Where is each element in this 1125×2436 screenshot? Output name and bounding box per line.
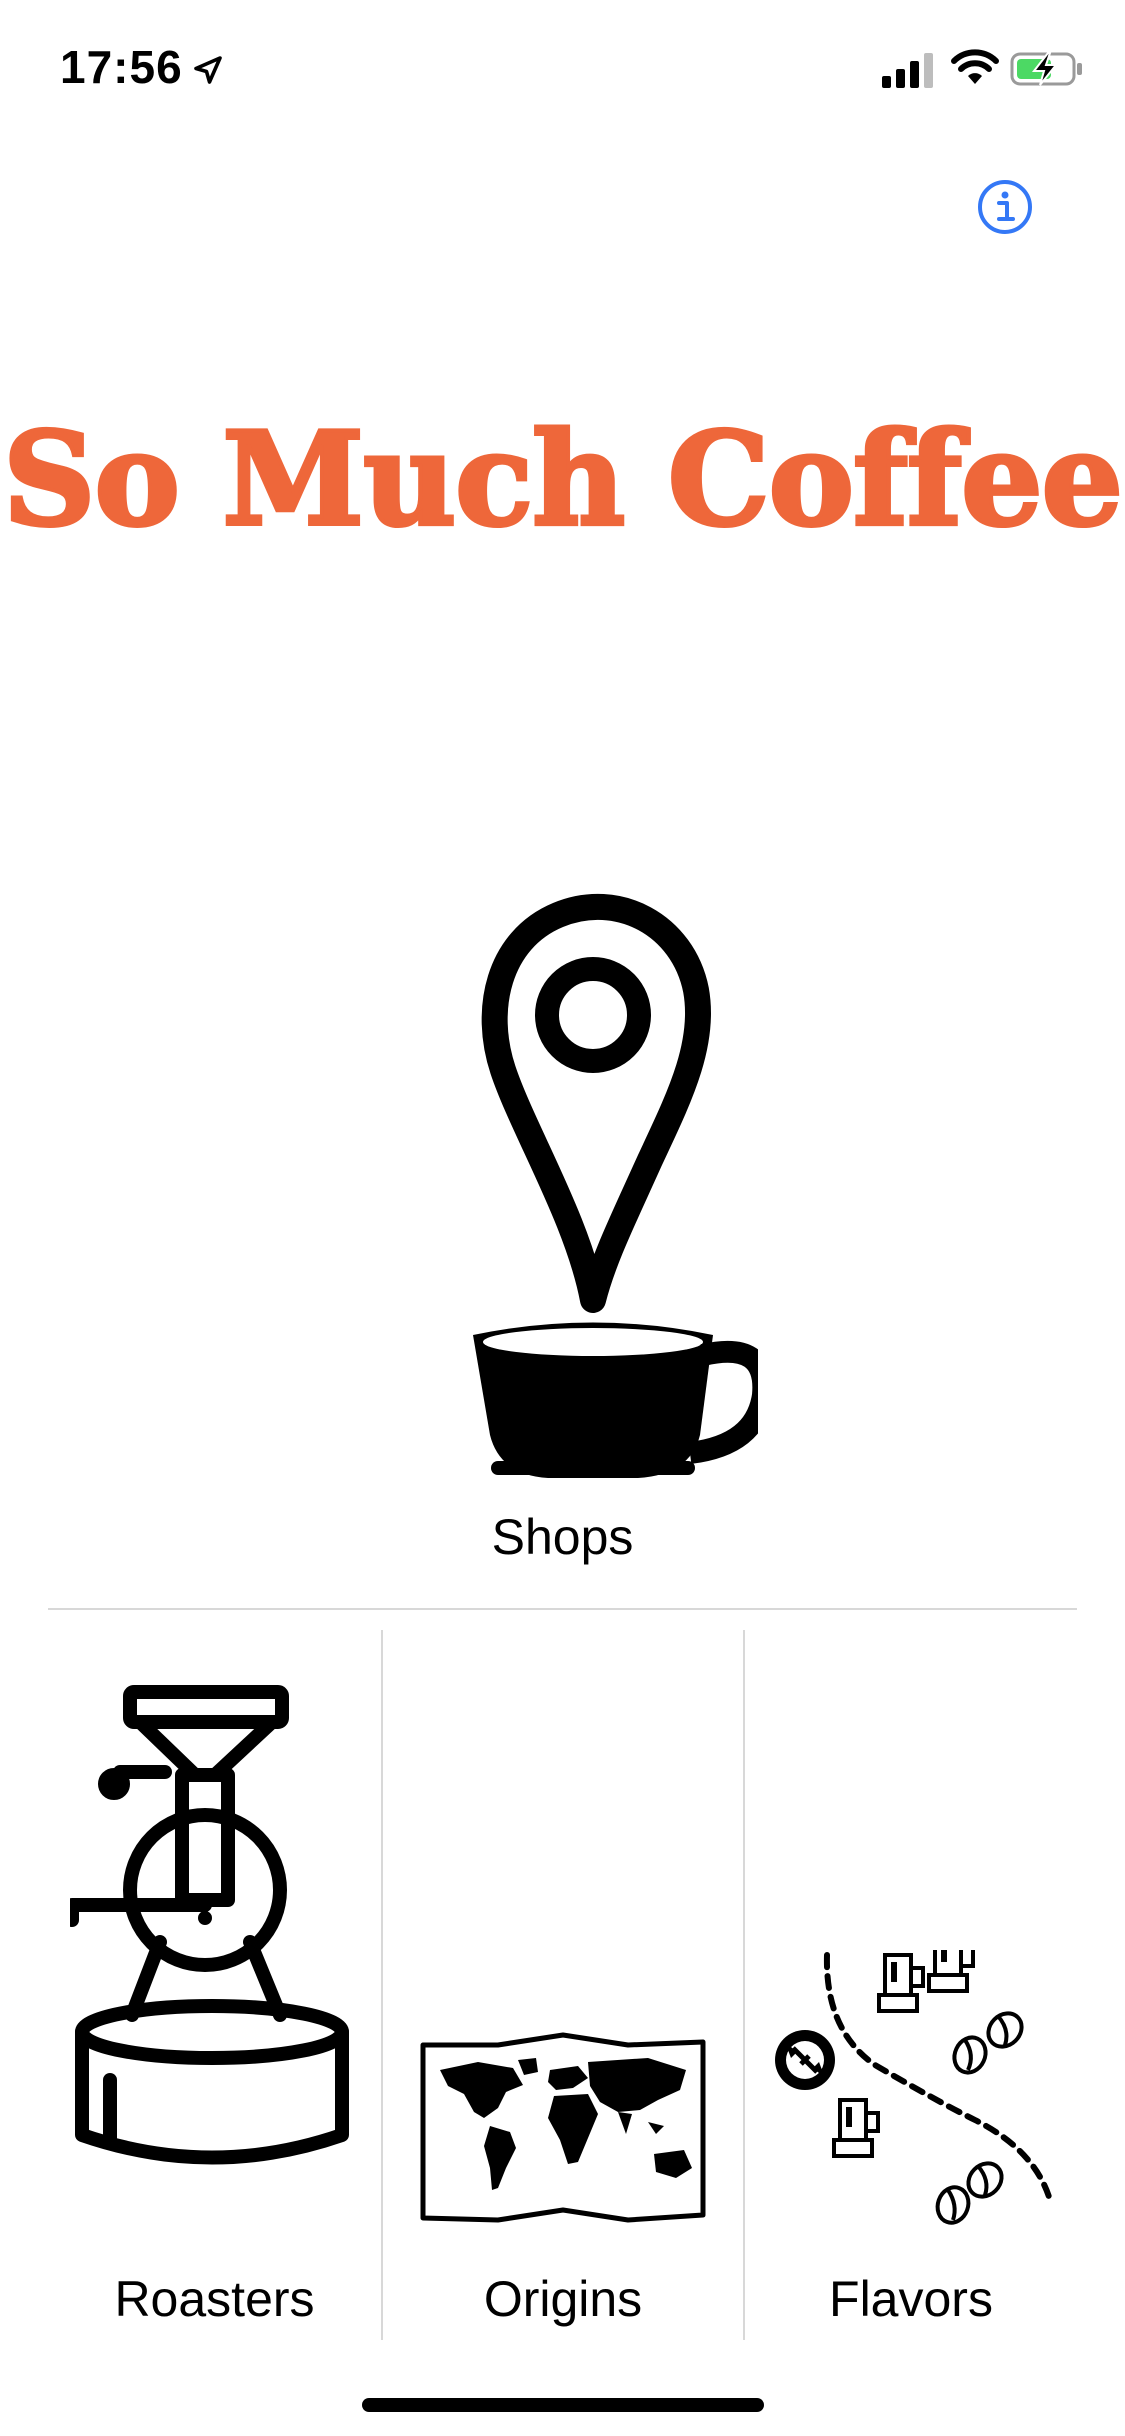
- cellular-signal-icon: [882, 53, 933, 88]
- app-title: So Much Coffee: [1, 403, 1125, 557]
- location-arrow-icon: [194, 56, 222, 84]
- wifi-icon: [951, 49, 999, 84]
- flavors-label: Flavors: [829, 2271, 993, 2327]
- world-map-icon: [420, 2032, 706, 2223]
- battery-charging-icon: [1010, 52, 1082, 86]
- status-time: 17:56: [60, 41, 183, 93]
- origins-label: Origins: [483, 2271, 643, 2327]
- flavors-tile[interactable]: Flavors: [745, 1630, 1077, 2340]
- shops-tile[interactable]: Shops: [48, 860, 1077, 1600]
- roasters-tile[interactable]: Roasters: [48, 1630, 381, 2340]
- flavor-journey-icon: [775, 1950, 1053, 2225]
- origins-tile[interactable]: Origins: [383, 1630, 743, 2340]
- map-pin-coffee-cup-icon: [473, 893, 758, 1478]
- divider-horizontal: [48, 1608, 1077, 1610]
- info-icon[interactable]: [976, 178, 1034, 236]
- home-indicator[interactable]: [362, 2398, 764, 2412]
- coffee-roaster-icon: [70, 1685, 349, 2165]
- roasters-label: Roasters: [114, 2271, 315, 2327]
- shops-label: Shops: [491, 1509, 634, 1565]
- status-bar: 17:56: [0, 0, 1125, 140]
